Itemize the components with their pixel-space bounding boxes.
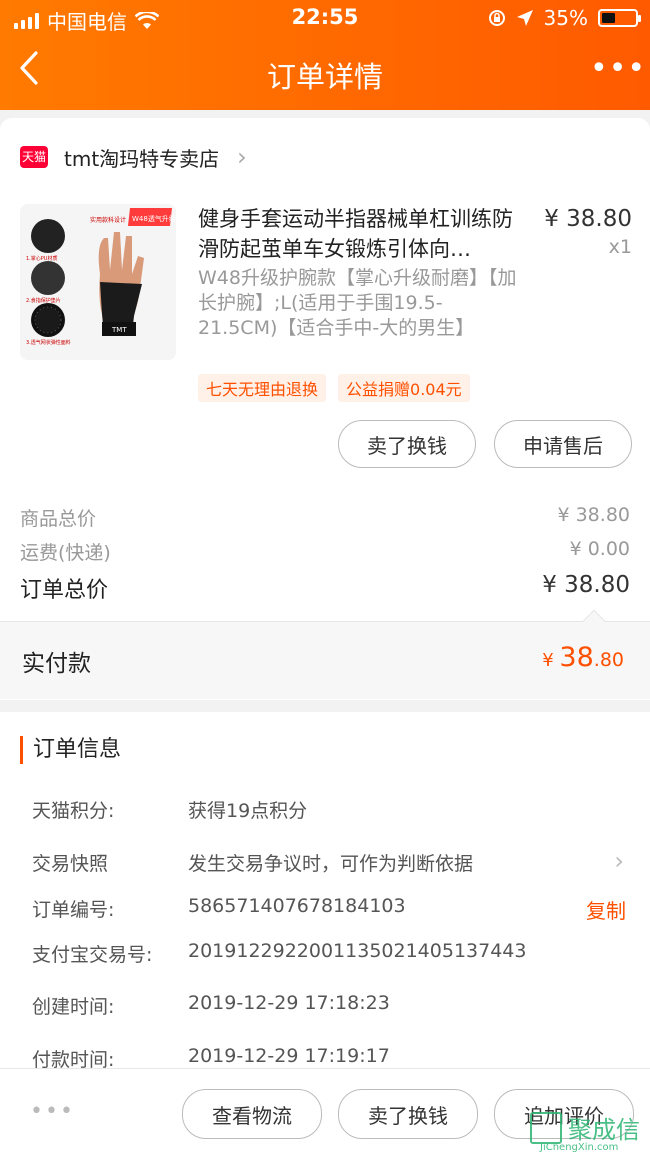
view-logistics-button[interactable]: 查看物流 (182, 1089, 322, 1139)
status-right: 35% (488, 6, 641, 30)
order-info-title: 订单信息 (20, 736, 121, 764)
product-sku: W48升级护腕款【掌心升级耐磨】【加长护腕】;L(适用于手围19.5-21.5C… (198, 267, 517, 339)
alipay-txn-value: 2019122922001135021405137443 (188, 940, 527, 962)
image-header-text: 实用款科设计 (90, 216, 126, 224)
image-brand-text: TMT (111, 326, 127, 334)
sell-button[interactable]: 卖了换钱 (338, 420, 476, 468)
watermark: 聚成信 JiChengXin.com (528, 1108, 646, 1154)
order-total-label: 订单总价 (20, 578, 109, 603)
charity-tag[interactable]: 公益捐赠0.04元 (338, 374, 470, 402)
nav-bar: 订单详情 ••• (0, 36, 650, 110)
location-icon (516, 10, 533, 26)
chevron-right-icon: › (614, 847, 624, 875)
shop-name[interactable]: tmt淘玛特专卖店 (64, 143, 219, 172)
image-label-2: 2.食指保护垫片 (26, 297, 61, 304)
paid-time-value: 2019-12-29 17:19:17 (188, 1045, 390, 1067)
product-image[interactable]: W48透气升级款 实用款科设计 1.掌心PU材质 2.食指保护垫片 3.透气网状… (20, 204, 176, 360)
return-policy-tag[interactable]: 七天无理由退换 (198, 374, 327, 402)
rotation-lock-icon (488, 10, 505, 26)
goods-total-label: 商品总价 (20, 508, 97, 530)
product-title[interactable]: 健身手套运动半指器械单杠训练防滑防起茧单车女锻炼引体向… (198, 204, 528, 264)
shipping-row: 运费(快递) ¥ 0.00 (20, 538, 630, 565)
image-tag-text: W48透气升级款 (132, 214, 176, 223)
bottom-action-bar: ••• 查看物流 卖了换钱 追加评价 聚成信 JiChengXin.com (0, 1068, 650, 1156)
app-header: 中国电信 22:55 35% 订单详情 ••• (0, 0, 650, 110)
copy-button[interactable]: 复制 (586, 895, 626, 924)
tmall-logo-icon: 天猫 (20, 146, 48, 168)
order-number-label: 订单编号: (32, 899, 115, 921)
order-info-card: 订单信息 天猫积分: 获得19点积分 交易快照 发生交易争议时，可作为判断依据 … (0, 712, 650, 1072)
order-number-value: 586571407678184103 (188, 895, 406, 917)
payment-currency: ¥ (542, 650, 560, 671)
status-bar: 中国电信 22:55 35% (0, 0, 650, 36)
watermark-text: 聚成信 (568, 1116, 640, 1144)
watermark-url: JiChengXin.com (540, 1142, 619, 1153)
after-sale-button[interactable]: 申请售后 (494, 420, 632, 468)
payment-dec: .80 (593, 649, 624, 671)
payment-int: 38 (559, 642, 594, 673)
shipping-label: 运费(快递) (20, 542, 111, 564)
created-time-value: 2019-12-29 17:18:23 (188, 992, 390, 1014)
more-actions-button[interactable]: ••• (30, 1099, 75, 1124)
order-total-value: ¥ 38.80 (542, 572, 630, 598)
snapshot-label: 交易快照 (32, 853, 109, 875)
chevron-right-icon: › (237, 143, 247, 171)
actual-payment: 实付款 ¥ 38.80 (0, 609, 650, 699)
product-price: ¥ 38.80 (544, 206, 632, 232)
product-actions: 卖了换钱 申请售后 (338, 420, 632, 468)
created-time-label: 创建时间: (32, 996, 115, 1018)
product-quantity: x1 (608, 236, 632, 258)
image-label-1: 1.掌心PU材质 (26, 255, 57, 262)
actual-payment-value: ¥ 38.80 (542, 642, 624, 673)
more-button[interactable]: ••• (590, 50, 645, 94)
goods-total-row: 商品总价 ¥ 38.80 (20, 504, 630, 531)
order-product-card: 天猫 tmt淘玛特专卖店 › W48透气升级款 实用款科设计 1.掌心PU材质 … (0, 118, 650, 700)
actual-payment-label: 实付款 (22, 651, 91, 677)
service-tags: 七天无理由退换 公益捐赠0.04元 (198, 374, 470, 402)
image-label-3: 3.透气网状弹性面料 (26, 339, 71, 346)
points-value: 获得19点积分 (188, 800, 308, 822)
battery-percent: 35% (543, 6, 588, 30)
battery-icon (598, 9, 641, 27)
watermark-logo-icon (530, 1112, 562, 1144)
shipping-value: ¥ 0.00 (569, 538, 630, 560)
order-total-row: 订单总价 ¥ 38.80 (20, 572, 630, 604)
snapshot-value: 发生交易争议时，可作为判断依据 (188, 853, 474, 875)
goods-total-value: ¥ 38.80 (557, 504, 630, 526)
glove-image-icon: W48透气升级款 实用款科设计 1.掌心PU材质 2.食指保护垫片 3.透气网状… (20, 204, 176, 360)
pay-notch (582, 609, 606, 633)
alipay-txn-label: 支付宝交易号: (32, 944, 153, 966)
page-title: 订单详情 (266, 60, 383, 94)
points-label: 天猫积分: (32, 800, 115, 822)
sell-bottom-button[interactable]: 卖了换钱 (338, 1089, 478, 1139)
shop-header[interactable]: 天猫 tmt淘玛特专卖店 › (20, 142, 247, 172)
